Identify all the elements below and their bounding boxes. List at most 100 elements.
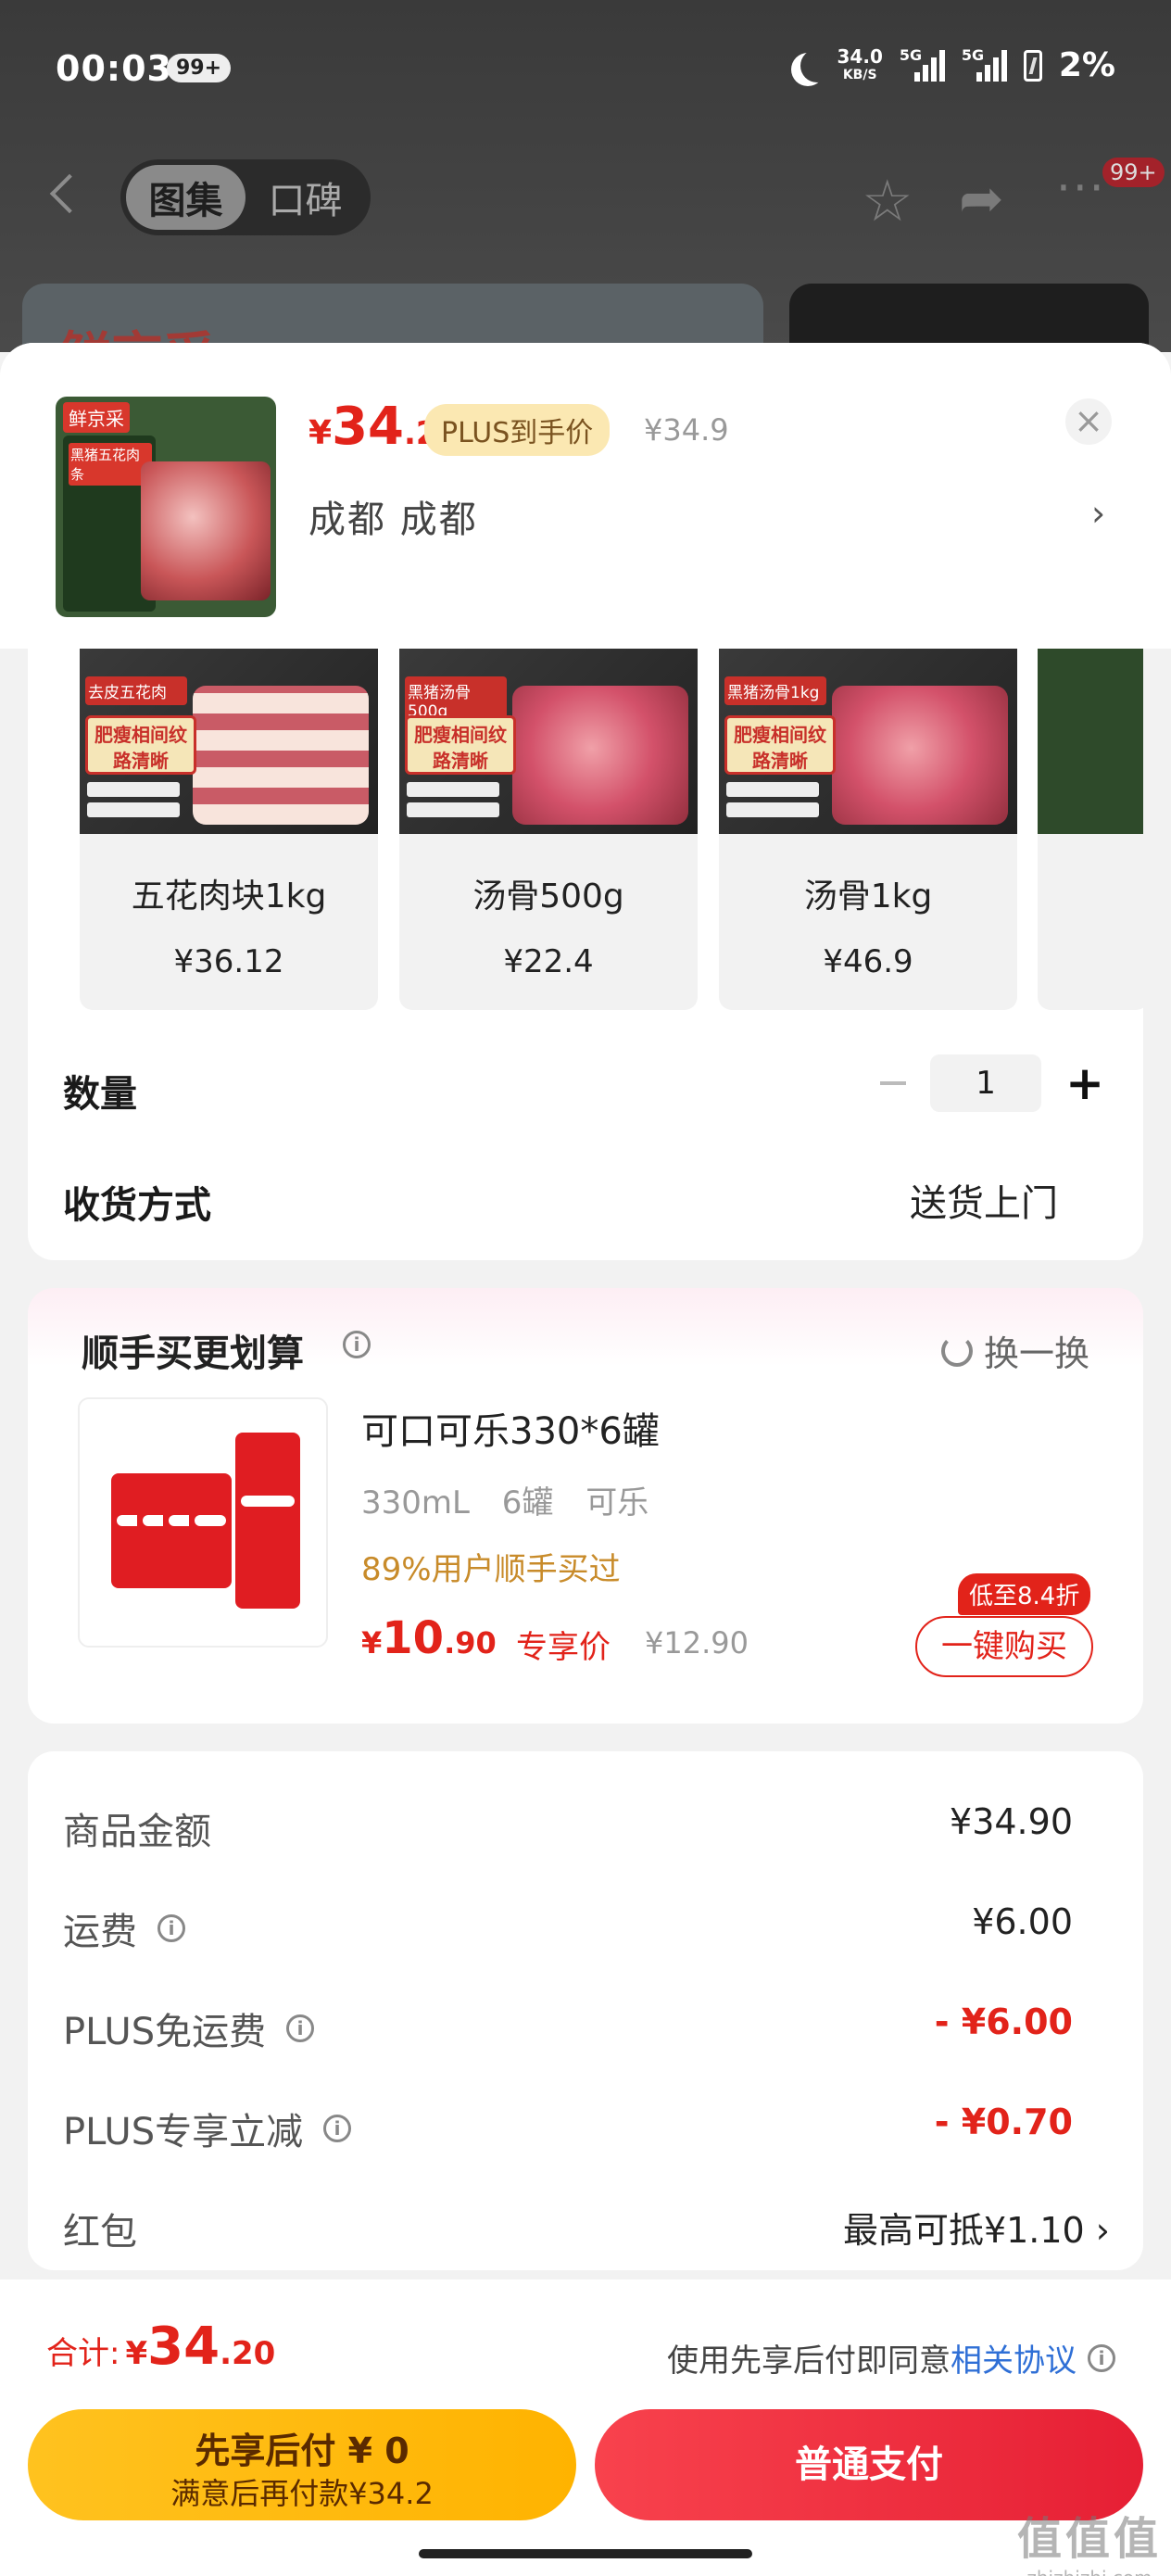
summary-row: PLUS免运费 i - ¥6.00: [63, 1989, 1110, 2063]
variant-card[interactable]: 黑猪汤骨500g 肥瘦相间纹路清晰 汤骨500g ¥22.4: [399, 649, 698, 1010]
info-icon[interactable]: i: [1088, 2343, 1115, 2372]
total-currency: ¥: [125, 2335, 148, 2372]
checkout-bar: 合计: ¥ 34 .20 使用先享后付即同意相关协议 i 先享后付 ¥ 0 满意…: [0, 2279, 1171, 2576]
variant-image-chip: [407, 802, 499, 817]
product-price: ¥ 34 .2: [308, 397, 438, 457]
net-speed-unit: KB/S: [842, 67, 877, 82]
one-click-buy-button[interactable]: 一键购买: [915, 1616, 1093, 1677]
variant-image: 黑猪汤骨1kg 肥瘦相间纹路清晰: [719, 649, 1017, 834]
red-packet-row[interactable]: 红包 最高可抵¥1.10 ›: [63, 2189, 1110, 2263]
info-icon[interactable]: i: [286, 2014, 315, 2042]
refresh-button[interactable]: 换一换: [940, 1325, 1089, 1376]
summary-label-text: PLUS专享立减: [63, 2111, 304, 2153]
status-time: 00:03: [56, 48, 172, 89]
home-indicator[interactable]: [419, 2549, 752, 2558]
agreement-link[interactable]: 相关协议: [951, 2342, 1077, 2380]
signal-label: 5G: [899, 45, 923, 64]
summary-label: 红包: [63, 2202, 137, 2255]
tab-gallery[interactable]: 图集: [126, 165, 246, 230]
summary-value: ¥34.90: [950, 1801, 1073, 1842]
refresh-label: 换一换: [983, 1333, 1089, 1374]
minus-icon[interactable]: [880, 1081, 907, 1085]
variant-list: 去皮五花肉 肥瘦相间纹路清晰 五花肉块1kg ¥36.12 黑猪汤骨500g 肥…: [28, 649, 1143, 1029]
share-icon[interactable]: ➦: [959, 167, 1004, 230]
agreement-prefix: 使用先享后付即同意: [667, 2342, 951, 2380]
summary-label: 商品金额: [63, 1801, 211, 1855]
sheet-header: 鲜京采 黑猪五花肉条 ¥ 34 .2 PLUS到手价 ¥34.9 × 成都 成都…: [0, 343, 1171, 649]
meat-image: [141, 461, 271, 600]
meat-image: [512, 686, 688, 825]
quantity-label: 数量: [63, 1073, 137, 1116]
more-icon[interactable]: ···: [1056, 161, 1106, 215]
can-image: [235, 1433, 300, 1609]
chevron-right-icon[interactable]: ›: [1091, 493, 1105, 534]
quantity-stepper: 1 +: [880, 1054, 1104, 1112]
info-icon[interactable]: i: [323, 2115, 352, 2142]
delivery-location[interactable]: 成都 成都: [308, 489, 478, 543]
battery-icon: [1023, 49, 1042, 82]
pay-later-button[interactable]: 先享后付 ¥ 0 满意后再付款¥34.2: [28, 2409, 576, 2520]
status-bar: 00:03 99+ 34.0 KB/S 5G 5G 2%: [0, 0, 1171, 139]
summary-row: PLUS专享立减 i - ¥0.70: [63, 2089, 1110, 2163]
variant-card-partial[interactable]: [1038, 649, 1143, 1010]
summary-value: 最高可抵¥1.10 ›: [842, 2210, 1110, 2251]
network-speed: 34.0 KB/S: [837, 47, 883, 84]
summary-label: PLUS免运费 i: [63, 2001, 315, 2055]
agreement-notice: 使用先享后付即同意相关协议 i: [667, 2335, 1115, 2380]
plus-icon[interactable]: +: [1065, 1060, 1104, 1106]
delivery-value: 送货上门: [910, 1182, 1058, 1225]
meat-image: [832, 686, 1008, 825]
variant-price: ¥22.4: [503, 943, 594, 980]
variant-image-chip: [407, 782, 499, 797]
summary-row: 运费 i ¥6.00: [63, 1888, 1110, 1963]
product-thumbnail[interactable]: 鲜京采 黑猪五花肉条: [56, 397, 276, 617]
star-icon[interactable]: ☆: [862, 167, 913, 234]
delivery-label: 收货方式: [63, 1184, 211, 1227]
agreement-text: 使用先享后付即同意相关协议: [667, 2335, 1077, 2380]
total-decimal: .20: [220, 2335, 276, 2372]
variant-card[interactable]: 去皮五花肉 肥瘦相间纹路清晰 五花肉块1kg ¥36.12: [80, 649, 378, 1010]
variant-image-chip: [87, 782, 180, 797]
discount-badge: 低至8.4折: [958, 1573, 1091, 1615]
addon-title: 顺手买更划算: [82, 1332, 304, 1375]
summary-label: 运费 i: [63, 1901, 185, 1955]
addon-social-proof: 89%用户顺手买过: [361, 1551, 621, 1588]
signal-label: 5G: [961, 45, 985, 64]
addon-image[interactable]: [78, 1397, 328, 1648]
info-icon[interactable]: i: [157, 1914, 185, 1942]
addon-spec: 330mL 6罐 可乐: [361, 1484, 649, 1522]
variant-image-badge: 肥瘦相间纹路清晰: [405, 715, 516, 775]
info-icon[interactable]: i: [343, 1331, 371, 1358]
more-badge: 99+: [1102, 158, 1165, 187]
total-label: 合计:: [46, 2335, 120, 2372]
back-icon[interactable]: [49, 173, 90, 214]
addon-price-decimal: .90: [444, 1625, 497, 1661]
summary-label: PLUS专享立减 i: [63, 2102, 352, 2155]
variant-image-chip: [726, 802, 819, 817]
variant-image-tag: 黑猪汤骨1kg: [724, 676, 826, 705]
thumb-brand: 鲜京采: [63, 402, 130, 433]
quantity-input[interactable]: 1: [930, 1054, 1042, 1112]
total-integer: 34: [147, 2317, 220, 2377]
addon-name[interactable]: 可口可乐330*6罐: [361, 1401, 660, 1455]
variant-name: 汤骨1kg: [803, 878, 933, 915]
watermark-logo: 值值值: [1016, 2513, 1162, 2565]
variant-card[interactable]: 黑猪汤骨1kg 肥瘦相间纹路清晰 汤骨1kg ¥46.9: [719, 649, 1017, 1010]
addon-card: 顺手买更划算 i 换一换 可口可乐330*6罐 330mL 6罐 可乐 89%用…: [28, 1288, 1143, 1724]
plus-price-tag: PLUS到手价: [424, 404, 611, 456]
price-summary: 商品金额 ¥34.90 运费 i ¥6.00 PLUS免运费 i - ¥6.00 P…: [28, 1751, 1143, 2270]
variant-price: ¥36.12: [173, 943, 284, 980]
variant-name: 五花肉块1kg: [131, 878, 327, 915]
order-total: 合计: ¥ 34 .20: [46, 2317, 275, 2377]
delivery-row[interactable]: 收货方式 送货上门: [28, 1140, 1143, 1260]
notification-badge: 99+: [167, 54, 232, 82]
variant-image: 黑猪汤骨500g 肥瘦相间纹路清晰: [399, 649, 698, 834]
summary-row: 商品金额 ¥34.90: [63, 1788, 1110, 1863]
original-price: ¥34.9: [644, 412, 729, 448]
purchase-sheet: 鲜京采 黑猪五花肉条 ¥ 34 .2 PLUS到手价 ¥34.9 × 成都 成都…: [0, 343, 1171, 2576]
tab-reviews[interactable]: 口碑: [246, 165, 365, 230]
pay-later-title: 先享后付 ¥ 0: [195, 2431, 409, 2471]
refresh-icon: [940, 1334, 973, 1367]
signal-icon: 5G: [962, 46, 1007, 82]
close-icon[interactable]: ×: [1065, 398, 1112, 445]
